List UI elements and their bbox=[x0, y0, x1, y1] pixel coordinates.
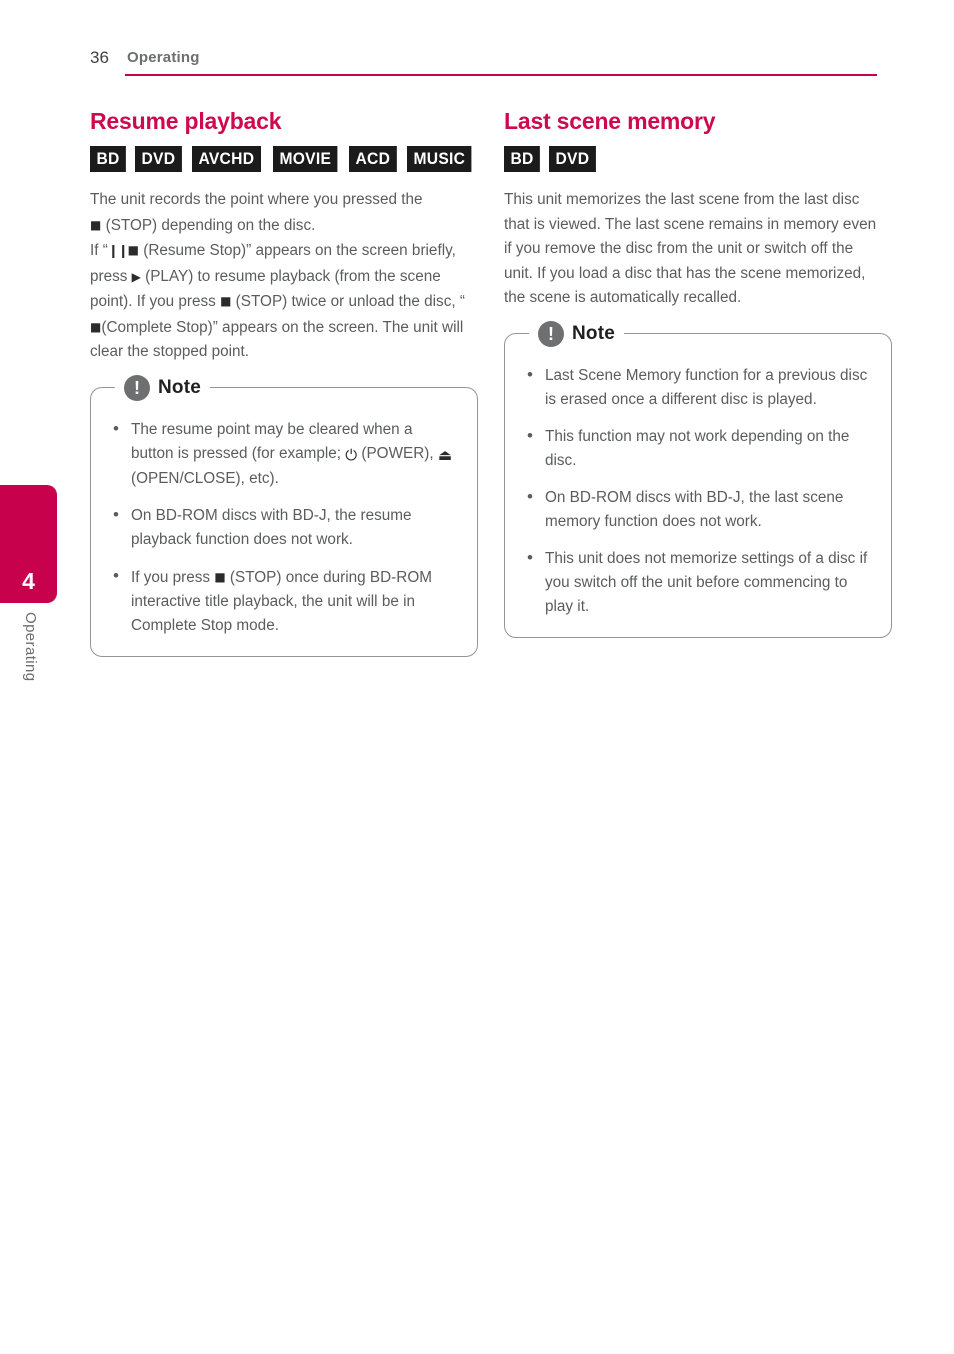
media-badge-group-left: BD DVD AVCHD MOVIE ACD MUSIC bbox=[90, 146, 478, 172]
media-badge-bd: BD bbox=[504, 146, 541, 172]
note-text: On BD-ROM discs with BD-J, the last scen… bbox=[545, 488, 844, 530]
left-column: Resume playback BD DVD AVCHD MOVIE ACD M… bbox=[90, 108, 478, 657]
note-list-resume: • The resume point may be cleared when a … bbox=[109, 418, 459, 638]
pause-icon: ❙❙ bbox=[107, 244, 129, 259]
body-line-3: (Resume Stop)” appears on the screen bri… bbox=[139, 242, 456, 259]
note-title: Note bbox=[158, 376, 202, 398]
note-box-resume: ! Note • The resume point may be cleared … bbox=[90, 371, 478, 657]
note-text: On BD-ROM discs with BD-J, the resume pl… bbox=[131, 506, 412, 548]
header-divider bbox=[125, 74, 877, 76]
list-item: • Last Scene Memory function for a previo… bbox=[523, 364, 873, 412]
power-icon: ⏻ bbox=[345, 445, 358, 464]
chapter-side-label: Operating bbox=[22, 612, 39, 682]
media-badge-avchd: AVCHD bbox=[191, 146, 261, 172]
note-box-last-scene: ! Note • Last Scene Memory function for a… bbox=[504, 317, 892, 638]
media-badge-dvd: DVD bbox=[135, 146, 182, 172]
note-title: Note bbox=[572, 322, 616, 344]
media-badge-acd: ACD bbox=[348, 146, 397, 172]
right-column: Last scene memory BD DVD This unit memor… bbox=[504, 108, 892, 638]
play-icon: ▶ bbox=[131, 269, 141, 284]
media-badge-movie: MOVIE bbox=[272, 146, 338, 172]
list-item: • The resume point may be cleared when a … bbox=[109, 418, 459, 491]
exclamation-icon: ! bbox=[538, 320, 564, 347]
note-header: ! Note bbox=[115, 371, 211, 404]
page-number: 36 bbox=[90, 48, 109, 67]
stop-icon: ■ bbox=[90, 319, 102, 334]
bullet-icon: • bbox=[527, 486, 533, 506]
body-line-3-prefix: If “ bbox=[90, 242, 108, 259]
bullet-icon: • bbox=[113, 418, 119, 438]
note-header: ! Note bbox=[529, 317, 625, 350]
exclamation-icon: ! bbox=[124, 374, 150, 401]
body-line-4-prefix: press bbox=[90, 267, 132, 285]
list-item: • This function may not work depending on… bbox=[523, 425, 873, 473]
eject-icon: ⏏ bbox=[437, 445, 453, 464]
note-text: (OPEN/CLOSE), etc). bbox=[131, 469, 279, 487]
stop-icon: ■ bbox=[214, 569, 226, 584]
resume-playback-body: The unit records the point where you pre… bbox=[90, 188, 472, 365]
chapter-number: 4 bbox=[22, 568, 35, 594]
bullet-icon: • bbox=[527, 547, 533, 567]
page-header: 36 Operating bbox=[90, 48, 880, 80]
media-badge-music: MUSIC bbox=[406, 146, 472, 172]
body-line-5-prefix: If you press bbox=[136, 293, 221, 310]
media-badge-dvd: DVD bbox=[549, 146, 596, 172]
stop-icon: ■ bbox=[220, 294, 232, 308]
page-section-title: Operating bbox=[127, 49, 200, 66]
last-scene-memory-body: This unit memorizes the last scene from … bbox=[504, 191, 877, 306]
body-line-1: The unit records the point where you pre… bbox=[90, 191, 423, 208]
media-badge-group-right: BD DVD bbox=[504, 146, 892, 172]
page-title-last-scene-memory: Last scene memory bbox=[504, 108, 716, 134]
note-text: Last Scene Memory function for a previou… bbox=[545, 366, 868, 408]
bullet-icon: • bbox=[527, 425, 533, 445]
bullet-icon: • bbox=[113, 565, 119, 585]
stop-icon: ■ bbox=[90, 217, 102, 232]
body-line-6: (Complete Stop)” appears on the screen. … bbox=[90, 318, 464, 361]
note-text: This function may not work depending on … bbox=[545, 427, 850, 469]
stop-icon: ■ bbox=[127, 243, 139, 257]
body-line-5: (STOP) twice or unload the disc, “ bbox=[231, 293, 465, 310]
note-text: This unit does not memorize settings of … bbox=[545, 549, 868, 615]
list-item: • This unit does not memorize settings of… bbox=[523, 547, 873, 619]
list-item: • If you press ■ (STOP) once during BD-RO… bbox=[109, 565, 459, 638]
chapter-side-tab: 4 bbox=[0, 485, 57, 603]
page-title-resume-playback: Resume playback bbox=[90, 108, 282, 134]
bullet-icon: • bbox=[113, 504, 119, 524]
bullet-icon: • bbox=[527, 364, 533, 384]
note-text: (POWER), bbox=[357, 444, 438, 462]
list-item: • On BD-ROM discs with BD-J, the last sce… bbox=[523, 486, 873, 534]
note-list-last-scene: • Last Scene Memory function for a previo… bbox=[523, 364, 873, 619]
list-item: • On BD-ROM discs with BD-J, the resume p… bbox=[109, 504, 459, 552]
media-badge-bd: BD bbox=[90, 146, 127, 172]
body-line-2: (STOP) depending on the disc. bbox=[101, 216, 316, 234]
note-text: If you press bbox=[131, 568, 215, 586]
